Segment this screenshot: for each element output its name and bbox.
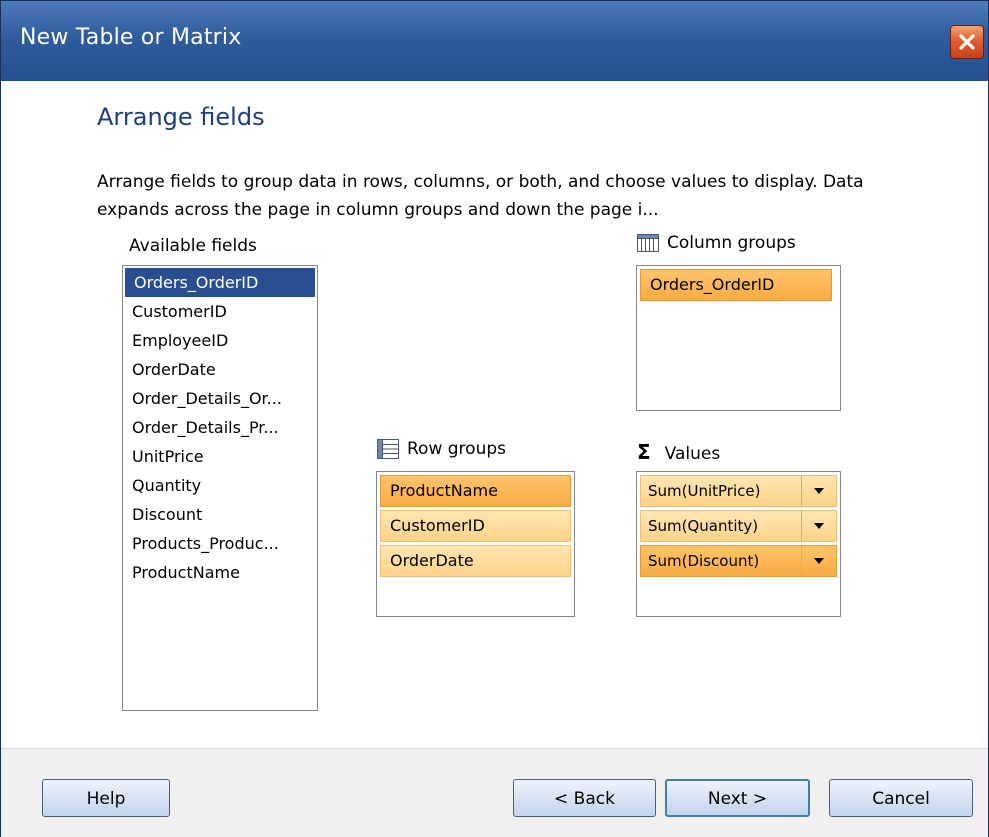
close-button[interactable]: [950, 25, 984, 59]
available-field-item[interactable]: EmployeeID: [123, 326, 317, 355]
back-button[interactable]: < Back: [513, 779, 656, 817]
available-field-item[interactable]: Order_Details_Pr...: [123, 413, 317, 442]
table-columns-icon: [637, 234, 659, 252]
value-item[interactable]: Sum(Quantity): [640, 510, 837, 542]
row-group-item[interactable]: ProductName: [380, 475, 571, 507]
value-dropdown[interactable]: [801, 511, 836, 541]
values-list[interactable]: Sum(UnitPrice) Sum(Quantity) Sum(Discoun…: [636, 471, 841, 617]
value-item[interactable]: Sum(UnitPrice): [640, 475, 837, 507]
button-bar: Help < Back Next > Cancel: [1, 748, 988, 837]
value-item[interactable]: Sum(Discount): [640, 545, 837, 577]
help-button[interactable]: Help: [42, 779, 170, 817]
page-description: Arrange fields to group data in rows, co…: [97, 172, 864, 220]
available-fields-list[interactable]: Orders_OrderID CustomerID EmployeeID Ord…: [122, 265, 318, 711]
chevron-down-icon: [814, 558, 824, 564]
row-groups-header: Row groups: [377, 439, 506, 459]
sigma-icon: Σ: [637, 440, 651, 464]
next-button[interactable]: Next >: [665, 779, 810, 817]
column-groups-list[interactable]: Orders_OrderID: [636, 265, 841, 411]
available-field-item[interactable]: UnitPrice: [123, 442, 317, 471]
row-group-item[interactable]: OrderDate: [380, 545, 571, 577]
value-dropdown[interactable]: [801, 546, 836, 576]
close-icon: [959, 34, 975, 50]
value-item-label: Sum(Discount): [648, 552, 760, 570]
available-field-item[interactable]: Products_Produc...: [123, 529, 317, 558]
available-field-item[interactable]: CustomerID: [123, 297, 317, 326]
available-fields-label: Available fields: [129, 236, 257, 256]
chevron-down-icon: [814, 523, 824, 529]
chevron-down-icon: [814, 488, 824, 494]
dialog-window: New Table or Matrix Arrange fields Arran…: [0, 0, 989, 837]
values-label: Values: [664, 444, 721, 464]
cancel-button[interactable]: Cancel: [829, 779, 973, 817]
column-group-item[interactable]: Orders_OrderID: [640, 269, 832, 301]
available-field-item[interactable]: Discount: [123, 500, 317, 529]
column-groups-label: Column groups: [667, 233, 796, 253]
title-bar[interactable]: New Table or Matrix: [1, 1, 988, 81]
value-item-label: Sum(Quantity): [648, 517, 759, 535]
window-title: New Table or Matrix: [20, 25, 242, 50]
available-field-item[interactable]: OrderDate: [123, 355, 317, 384]
row-group-item[interactable]: CustomerID: [380, 510, 571, 542]
available-field-item[interactable]: ProductName: [123, 558, 317, 587]
row-groups-list[interactable]: ProductName CustomerID OrderDate: [376, 471, 575, 617]
wizard-page: Arrange fields Arrange fields to group d…: [1, 81, 988, 748]
values-header: Σ Values: [637, 440, 720, 464]
available-field-item[interactable]: Orders_OrderID: [125, 268, 315, 297]
available-field-item[interactable]: Quantity: [123, 471, 317, 500]
value-dropdown[interactable]: [801, 476, 836, 506]
row-groups-label: Row groups: [407, 439, 506, 459]
table-rows-icon: [377, 439, 399, 459]
column-groups-header: Column groups: [637, 233, 796, 253]
available-field-item[interactable]: Order_Details_Or...: [123, 384, 317, 413]
page-title: Arrange fields: [97, 103, 265, 131]
value-item-label: Sum(UnitPrice): [648, 482, 761, 500]
